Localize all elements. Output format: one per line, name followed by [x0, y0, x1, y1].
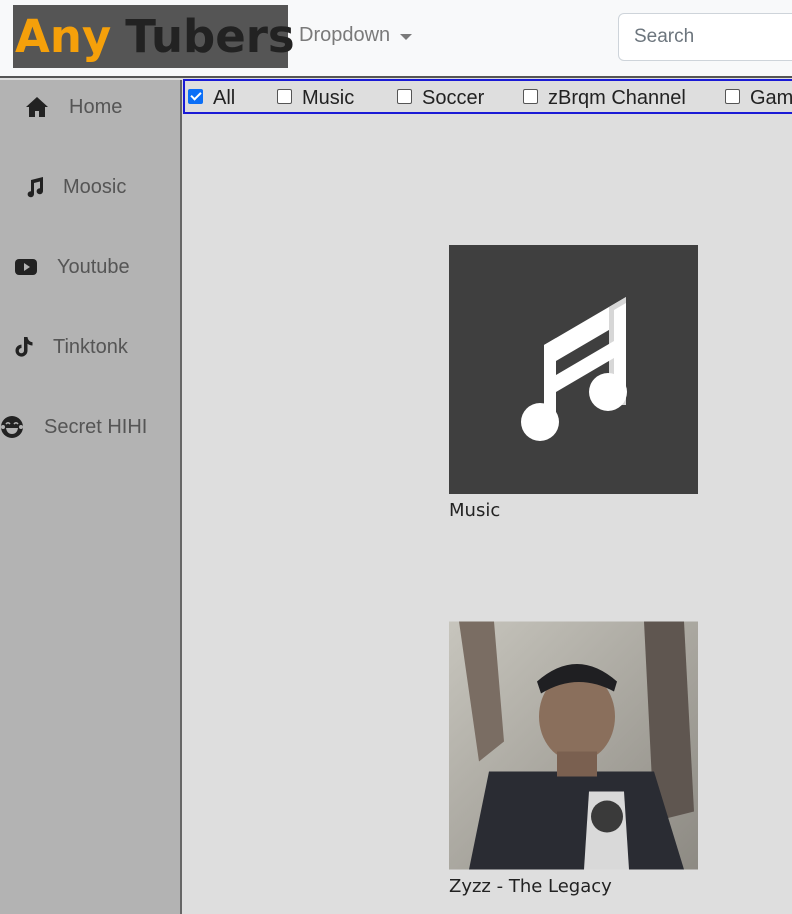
brand-part-any: Any	[15, 10, 112, 63]
brand-part-tubers: Tubers	[125, 10, 295, 63]
filter-music[interactable]: Music	[277, 87, 354, 110]
laughing-face-icon	[0, 415, 24, 439]
sidebar-item-tinktonk[interactable]: Tinktonk	[0, 322, 180, 372]
filter-label: Soccer	[422, 87, 485, 109]
filter-label: zBrqm Channel	[548, 87, 686, 109]
top-navbar: Any Tubers Dropdown	[0, 0, 792, 78]
filter-bar: All Music Soccer zBrqm Channel Gami	[183, 79, 792, 114]
filter-checkbox[interactable]	[188, 89, 203, 104]
sidebar-item-home[interactable]: Home	[0, 82, 180, 132]
music-note-icon	[22, 175, 46, 199]
sidebar-item-label: Moosic	[63, 175, 127, 198]
search-input[interactable]	[618, 13, 792, 61]
brand-logo[interactable]: Any Tubers	[13, 5, 295, 68]
filter-all[interactable]: All	[188, 87, 235, 110]
filter-soccer[interactable]: Soccer	[397, 87, 484, 110]
music-thumbnail[interactable]	[449, 245, 698, 494]
sidebar-item-label: Youtube	[57, 255, 130, 278]
sidebar-item-moosic[interactable]: Moosic	[0, 162, 180, 212]
filter-gaming[interactable]: Gami	[725, 87, 792, 110]
filter-checkbox[interactable]	[725, 89, 740, 104]
filter-zbrqm-channel[interactable]: zBrqm Channel	[523, 87, 686, 110]
filter-label: Music	[302, 87, 355, 109]
caret-down-icon	[400, 33, 413, 40]
filter-label: All	[213, 87, 236, 109]
filter-label: Gami	[750, 87, 792, 109]
sidebar-item-label: Home	[69, 95, 123, 118]
zyzz-thumbnail[interactable]	[449, 621, 698, 870]
filter-checkbox[interactable]	[523, 89, 538, 104]
sidebar-item-label: Secret HIHI	[44, 415, 148, 438]
dropdown-toggle[interactable]: Dropdown	[299, 24, 413, 47]
channel-card-music[interactable]: Music	[449, 245, 699, 521]
dropdown-label: Dropdown	[299, 24, 391, 46]
tiktok-icon	[12, 335, 36, 359]
filter-checkbox[interactable]	[397, 89, 412, 104]
sidebar-item-label: Tinktonk	[53, 335, 128, 358]
home-icon	[25, 95, 49, 119]
sidebar-item-secret-hihi[interactable]: Secret HIHI	[0, 402, 180, 452]
card-caption: Zyzz - The Legacy	[449, 876, 612, 897]
filter-checkbox[interactable]	[277, 89, 292, 104]
sidebar: Home Moosic Youtube Tinktonk Secret HIHI	[0, 80, 182, 914]
youtube-icon	[14, 255, 38, 279]
card-caption: Music	[449, 500, 501, 521]
channel-card-zyzz[interactable]: Zyzz - The Legacy	[449, 621, 699, 897]
sidebar-item-youtube[interactable]: Youtube	[0, 242, 180, 292]
